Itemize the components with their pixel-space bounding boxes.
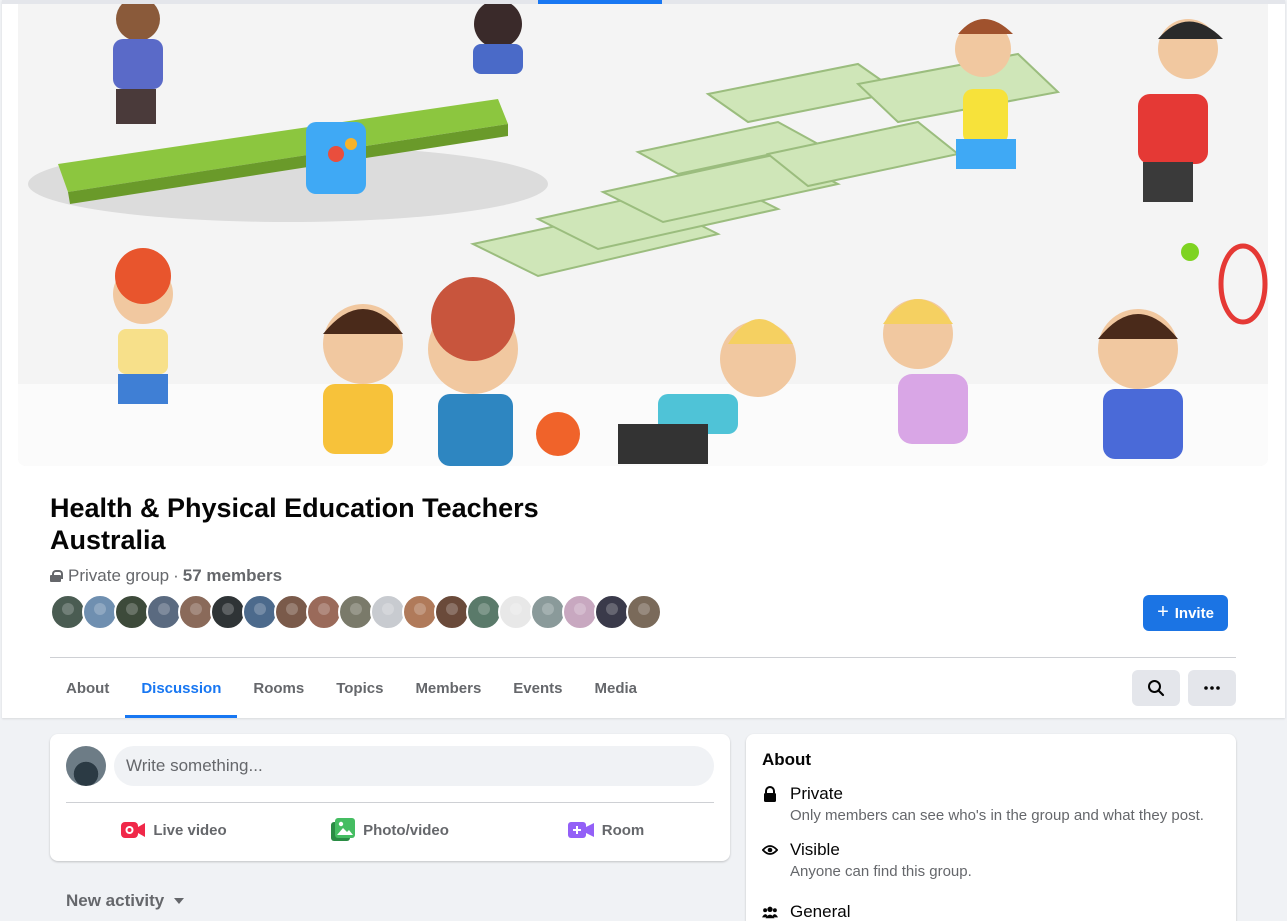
- member-avatar[interactable]: [466, 594, 502, 630]
- member-avatar[interactable]: [178, 594, 214, 630]
- tab-about[interactable]: About: [50, 658, 125, 718]
- sort-feed-dropdown[interactable]: New activity: [66, 891, 185, 911]
- photo-video-label: Photo/video: [363, 821, 449, 839]
- lock-icon: [762, 786, 778, 802]
- photo-video-button[interactable]: Photo/video: [282, 810, 498, 850]
- about-general-row: General: [762, 902, 850, 921]
- private-description: Only members can see who's in the group …: [790, 807, 1204, 824]
- about-heading: About: [762, 750, 812, 769]
- member-avatar[interactable]: [306, 594, 342, 630]
- composer-actions: Live video Photo/video Room: [66, 810, 714, 850]
- room-video-icon: [567, 822, 594, 838]
- current-user-avatar[interactable]: [66, 746, 106, 786]
- invite-button[interactable]: + Invite: [1143, 595, 1228, 631]
- member-avatar[interactable]: [114, 594, 150, 630]
- member-avatars[interactable]: [50, 594, 662, 630]
- member-avatar[interactable]: [594, 594, 630, 630]
- group-tabs: About Discussion Rooms Topics Members Events M…: [50, 658, 653, 718]
- visible-description: Anyone can find this group.: [790, 863, 972, 880]
- member-avatar[interactable]: [530, 594, 566, 630]
- caret-down-icon: [174, 898, 185, 904]
- member-avatar[interactable]: [338, 594, 374, 630]
- member-avatar[interactable]: [402, 594, 438, 630]
- member-avatar[interactable]: [146, 594, 182, 630]
- about-visible-row: Visible Anyone can find this group.: [762, 840, 972, 880]
- lock-icon: [50, 570, 63, 582]
- composer-divider: [66, 802, 714, 803]
- photo-video-icon: [331, 818, 356, 841]
- more-options-button[interactable]: [1188, 670, 1236, 706]
- plus-icon: +: [1157, 601, 1169, 623]
- member-avatar[interactable]: [434, 594, 470, 630]
- page: Health & Physical Education Teachers Aus…: [2, 0, 1285, 921]
- room-button[interactable]: Room: [498, 810, 714, 850]
- tab-discussion[interactable]: Discussion: [125, 658, 238, 718]
- privacy-label[interactable]: Private group: [68, 566, 169, 586]
- member-avatar[interactable]: [82, 594, 118, 630]
- live-video-icon: [121, 822, 146, 838]
- post-composer: Write something... Live video Photo/vide…: [50, 734, 730, 861]
- search-icon: [1148, 680, 1165, 697]
- general-title: General: [790, 902, 851, 921]
- live-video-label: Live video: [153, 821, 227, 839]
- sort-label: New activity: [66, 891, 165, 910]
- group-title[interactable]: Health & Physical Education Teachers Aus…: [50, 492, 610, 556]
- more-horizontal-icon: [1204, 686, 1220, 690]
- private-title: Private: [790, 784, 843, 803]
- live-video-button[interactable]: Live video: [66, 810, 282, 850]
- cover-photo[interactable]: [18, 4, 1268, 466]
- member-count[interactable]: 57 members: [183, 566, 282, 586]
- member-avatar[interactable]: [626, 594, 662, 630]
- people-icon: [762, 904, 778, 920]
- invite-label: Invite: [1174, 604, 1214, 622]
- member-avatar[interactable]: [50, 594, 86, 630]
- tab-media[interactable]: Media: [579, 658, 654, 718]
- member-avatar[interactable]: [210, 594, 246, 630]
- visible-title: Visible: [790, 840, 840, 859]
- write-something-input[interactable]: Write something...: [114, 746, 714, 786]
- cover-illustration: [18, 4, 1268, 466]
- group-header: Health & Physical Education Teachers Aus…: [2, 0, 1285, 718]
- group-meta: Private group · 57 members: [50, 566, 282, 586]
- search-button[interactable]: [1132, 670, 1180, 706]
- member-avatar[interactable]: [274, 594, 310, 630]
- member-avatar[interactable]: [242, 594, 278, 630]
- eye-icon: [762, 842, 778, 858]
- tab-events[interactable]: Events: [497, 658, 578, 718]
- tab-members[interactable]: Members: [399, 658, 497, 718]
- about-card: About Private Only members can see who's…: [746, 734, 1236, 921]
- tab-topics[interactable]: Topics: [320, 658, 399, 718]
- member-avatar[interactable]: [562, 594, 598, 630]
- tab-rooms[interactable]: Rooms: [237, 658, 320, 718]
- room-label: Room: [601, 821, 645, 839]
- about-private-row: Private Only members can see who's in th…: [762, 784, 1204, 824]
- member-avatar[interactable]: [498, 594, 534, 630]
- meta-separator: ·: [173, 566, 179, 585]
- member-avatar[interactable]: [370, 594, 406, 630]
